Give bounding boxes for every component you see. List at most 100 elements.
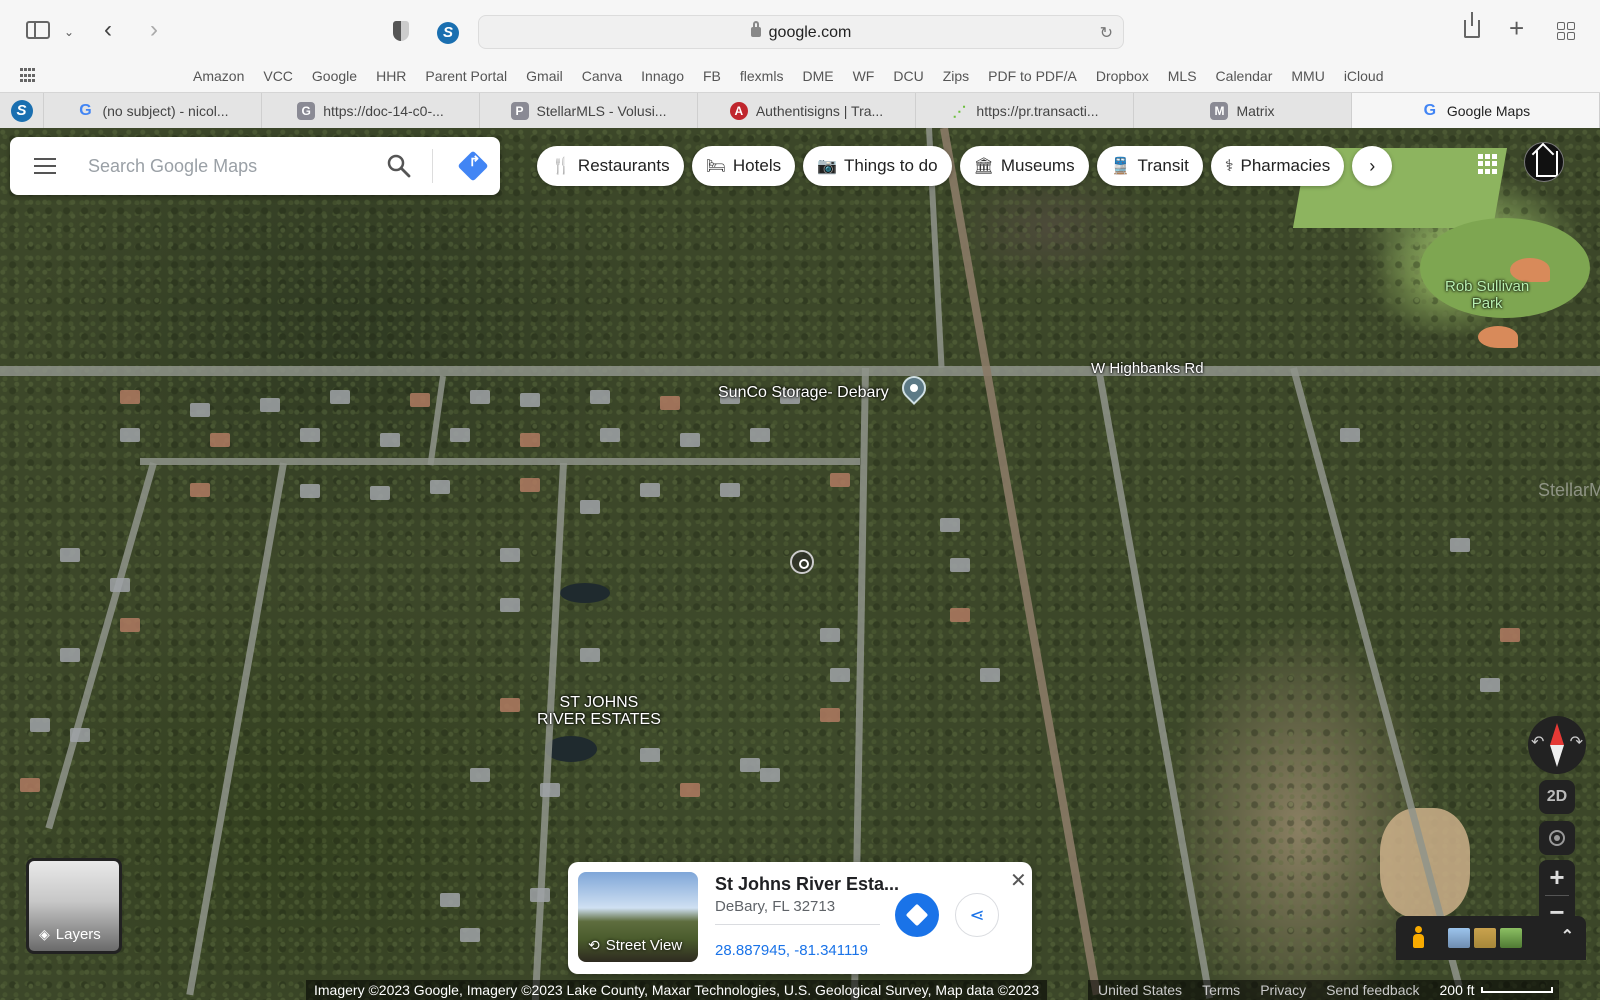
expand-up-icon[interactable]: ⌃	[1561, 926, 1574, 946]
category-chip[interactable]: 🛏 Hotels	[691, 146, 796, 186]
search-icon[interactable]	[386, 153, 412, 179]
compass-control[interactable]: ↶ ↷	[1528, 716, 1586, 774]
browser-tab[interactable]: ⋰ https://pr.transacti...	[916, 93, 1134, 129]
bookmark-item[interactable]: Zips	[943, 68, 969, 84]
tab-favicon-icon: G	[297, 102, 316, 120]
feedback-link[interactable]: Send feedback	[1326, 980, 1419, 1000]
bookmark-item[interactable]: WF	[853, 68, 875, 84]
bookmark-item[interactable]: DCU	[893, 68, 923, 84]
browser-tab[interactable]: A Authentisigns | Tra...	[698, 93, 916, 129]
house	[830, 473, 850, 487]
browser-tab[interactable]: P StellarMLS - Volusi...	[480, 93, 698, 129]
lock-icon	[750, 21, 761, 37]
menu-icon[interactable]	[34, 158, 56, 174]
share-icon: ⋖	[969, 904, 985, 925]
house	[520, 393, 540, 407]
chips-next-button[interactable]: ›	[1352, 146, 1393, 186]
bookmark-item[interactable]: VCC	[263, 68, 293, 84]
category-icon: 📷	[817, 158, 838, 175]
reload-icon[interactable]: ↻	[1100, 23, 1113, 43]
bookmark-item[interactable]: flexmls	[740, 68, 784, 84]
sidebar-toggle-icon[interactable]	[26, 21, 50, 39]
tab-favicon-icon: G	[79, 102, 92, 119]
imagery-thumbnail[interactable]	[1448, 928, 1470, 948]
pinned-tab[interactable]: S	[0, 93, 44, 129]
bookmark-item[interactable]: Google	[312, 68, 357, 84]
category-chip[interactable]: 🍴 Restaurants	[537, 146, 684, 186]
category-chip[interactable]: 🏛 Museums	[959, 146, 1089, 186]
house	[660, 396, 680, 410]
bookmarks-grid-icon[interactable]	[20, 68, 36, 84]
place-coordinates[interactable]: 28.887945, -81.341119	[715, 942, 868, 959]
pegman-icon[interactable]	[1412, 926, 1424, 948]
bookmark-item[interactable]: PDF to PDF/A	[988, 68, 1077, 84]
chevron-down-icon[interactable]: ⌄	[64, 22, 74, 42]
browser-toolbar: ⌄ ‹ › S google.com ↻ +	[0, 0, 1600, 62]
house	[530, 888, 550, 902]
bookmark-item[interactable]: Calendar	[1216, 68, 1273, 84]
browser-tab[interactable]: G (no subject) - nicol...	[44, 93, 262, 129]
privacy-shield-icon[interactable]	[393, 21, 409, 41]
tab-label: (no subject) - nicol...	[102, 103, 229, 119]
privacy-link[interactable]: Privacy	[1260, 980, 1306, 1000]
browser-tab[interactable]: G Google Maps	[1352, 93, 1600, 129]
place-title[interactable]: St Johns River Esta...	[715, 874, 899, 895]
bookmark-item[interactable]: Dropbox	[1096, 68, 1149, 84]
share-icon[interactable]	[1464, 12, 1480, 38]
zoom-in-button[interactable]: +	[1549, 861, 1564, 895]
street-view-thumbnail[interactable]: ⟲ Street View	[578, 872, 698, 962]
poi-label[interactable]: SunCo Storage- Debary	[718, 384, 889, 402]
forward-icon[interactable]: ›	[150, 18, 158, 42]
tab-overview-icon[interactable]	[1557, 22, 1575, 40]
category-icon: 🏛	[973, 158, 994, 175]
park-label[interactable]: Rob Sullivan Park	[1445, 278, 1529, 312]
bookmark-item[interactable]: HHR	[376, 68, 406, 84]
dropped-pin-icon[interactable]	[790, 550, 814, 574]
search-input[interactable]	[88, 154, 368, 178]
bookmark-item[interactable]: Innago	[641, 68, 684, 84]
rotate-right-icon[interactable]: ↷	[1570, 732, 1583, 752]
bookmark-item[interactable]: MMU	[1291, 68, 1324, 84]
back-icon[interactable]: ‹	[104, 18, 112, 42]
region-link[interactable]: United States	[1098, 980, 1182, 1000]
bookmark-item[interactable]: Canva	[582, 68, 622, 84]
share-button[interactable]: ⋖	[955, 893, 999, 937]
pond	[545, 736, 597, 762]
bookmark-item[interactable]: Parent Portal	[425, 68, 507, 84]
new-tab-icon[interactable]: +	[1509, 15, 1524, 41]
directions-icon[interactable]	[457, 150, 489, 182]
close-icon[interactable]: ✕	[1010, 868, 1027, 893]
google-apps-icon[interactable]	[1478, 154, 1498, 174]
bookmark-item[interactable]: DME	[802, 68, 833, 84]
house	[410, 393, 430, 407]
bookmark-item[interactable]: MLS	[1168, 68, 1197, 84]
category-chip[interactable]: ⚕ Pharmacies	[1210, 146, 1345, 186]
imagery-thumbnail[interactable]	[1500, 928, 1522, 948]
street-view-icon: ⟲	[588, 937, 600, 953]
category-label: Restaurants	[577, 156, 670, 175]
bookmark-item[interactable]: FB	[703, 68, 721, 84]
map-canvas[interactable]: W Highbanks Rd SunCo Storage- Debary Rob…	[0, 128, 1600, 1000]
category-chip[interactable]: 🚆 Transit	[1096, 146, 1203, 186]
category-label: Hotels	[732, 156, 782, 175]
bookmark-item[interactable]: Gmail	[526, 68, 563, 84]
house	[330, 390, 350, 404]
my-location-button[interactable]	[1539, 821, 1575, 855]
tab-favicon-icon: P	[510, 102, 529, 120]
imagery-thumbnail[interactable]	[1474, 928, 1496, 948]
toggle-2d-button[interactable]: 2D	[1539, 780, 1575, 814]
browser-tab[interactable]: Ghttps://doc-14-c0-...	[262, 93, 480, 129]
address-bar[interactable]: google.com ↻	[478, 15, 1124, 49]
rotate-left-icon[interactable]: ↶	[1531, 732, 1544, 752]
browser-tab[interactable]: M Matrix	[1134, 93, 1352, 129]
layers-button[interactable]: ◈ Layers	[26, 858, 122, 954]
account-avatar[interactable]	[1524, 142, 1564, 182]
directions-button[interactable]	[895, 893, 939, 937]
house	[580, 648, 600, 662]
category-chip[interactable]: 📷 Things to do	[803, 146, 952, 186]
scale-bar[interactable]: 200 ft	[1440, 980, 1553, 1000]
terms-link[interactable]: Terms	[1202, 980, 1240, 1000]
bookmark-item[interactable]: Amazon	[193, 68, 244, 84]
extension-s-icon[interactable]: S	[437, 21, 459, 44]
bookmark-item[interactable]: iCloud	[1344, 68, 1384, 84]
